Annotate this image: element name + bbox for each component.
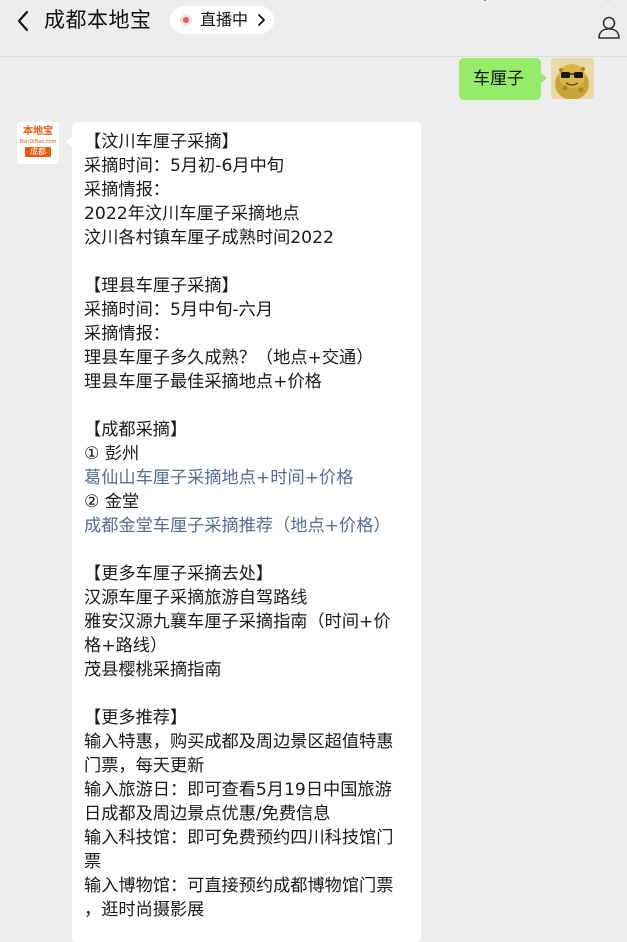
message-line: 输入旅游日：即可查看5月19日中国旅游 [84,780,392,800]
live-label: 直播中 [200,10,249,29]
message-line: 门票，每天更新 [84,756,205,776]
message-line: 【更多推荐】 [84,708,188,728]
message-line: 雅安汉源九襄车厘子采摘指南（时间+价 [84,612,391,632]
message-line: 输入博物馆：可直接预约成都博物馆门票 [84,876,394,896]
chat-title: 成都本地宝 [44,8,152,32]
message-line: 采摘情报： [84,180,170,200]
live-status-button[interactable]: 直播中 [170,6,274,34]
message-line: 茂县樱桃采摘指南 [84,660,222,680]
message-link[interactable]: 成都金堂车厘子采摘推荐（地点+价格） [84,514,412,538]
logo-text: 本地宝 [23,126,53,137]
logo-subtext: BenDiBao.com [19,139,57,145]
message-line: 格+路线） [84,636,168,656]
live-dot-icon [180,14,192,26]
message-line: 汶川各村镇车厘子成熟时间2022 [84,228,334,248]
logo-city: 成都 [25,147,51,157]
clipped-status-icon [484,0,486,1]
chevron-left-icon [17,10,29,32]
message-line: 【理县车厘子采摘】 [84,276,239,296]
received-message-bubble: 【汶川车厘子采摘】采摘时间：5月初-6月中旬 采摘情报： 2022年汶川车厘子采摘地… [66,122,421,942]
message-line: 采摘情报： [84,324,170,344]
message-line: 日成都及周边景点优惠/免费信息 [84,804,331,824]
message-line: 采摘时间：5月初-6月中旬 [84,156,284,176]
sent-message-bubble[interactable]: 车厘子 [459,58,547,100]
message-line: ① 彭州 [84,444,140,464]
account-avatar[interactable]: 本地宝 BenDiBao.com 成都 [17,122,59,164]
chevron-right-icon [258,14,265,26]
message-line: 【成都采摘】 [84,420,188,440]
person-icon[interactable] [596,14,622,40]
back-button[interactable] [14,8,34,34]
user-avatar[interactable] [551,58,594,99]
message-line: 输入特惠，购买成都及周边景区超值特惠 [84,732,394,752]
message-line: ，逛时尚摄影展 [84,900,205,920]
chat-header: 成都本地宝 直播中 [0,0,627,42]
message-line: 【汶川车厘子采摘】 [84,132,239,152]
message-line: 票 [84,852,102,872]
received-message-body: 【汶川车厘子采摘】采摘时间：5月初-6月中旬 采摘情报： 2022年汶川车厘子采摘地… [84,130,412,922]
message-line: 采摘时间：5月中旬-六月 [84,300,274,320]
message-line: 输入科技馆：即可免费预约四川科技馆门 [84,828,394,848]
close-icon [606,0,610,1]
message-line: 2022年汶川车厘子采摘地点 [84,204,300,224]
message-line: 【更多车厘子采摘去处】 [84,564,274,584]
message-line: 理县车厘子多久成熟？（地点+交通） [84,348,374,368]
message-link[interactable]: 葛仙山车厘子采摘地点+时间+价格 [84,466,412,490]
header-divider [0,56,627,57]
user-avatar-image [551,58,594,99]
sent-message-text: 车厘子 [473,69,524,89]
message-line: 汉源车厘子采摘旅游自驾路线 [84,588,308,608]
message-line: ② 金堂 [84,492,140,512]
message-line: 理县车厘子最佳采摘地点+价格 [84,372,322,392]
